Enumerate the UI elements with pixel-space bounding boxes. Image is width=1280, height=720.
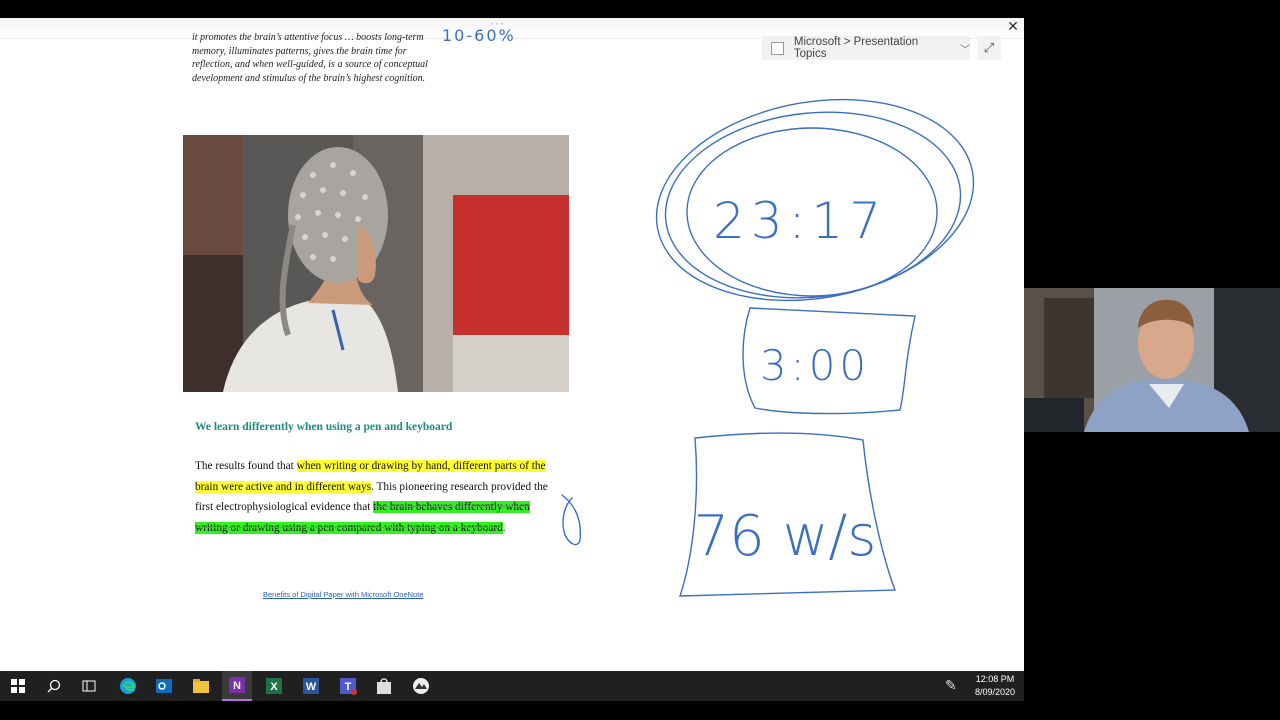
webcam-video bbox=[1024, 288, 1280, 432]
search-icon[interactable] bbox=[39, 671, 69, 701]
svg-text:T: T bbox=[345, 681, 352, 693]
file-explorer-icon[interactable] bbox=[186, 671, 216, 701]
chevron-down-icon[interactable]: ﹀ bbox=[960, 41, 970, 56]
app-icon[interactable] bbox=[406, 671, 436, 701]
ink-percentage: 10-60% bbox=[442, 26, 516, 45]
notebook-icon bbox=[771, 41, 784, 55]
svg-text:N: N bbox=[233, 680, 241, 692]
clock-date: 8/09/2020 bbox=[974, 687, 1016, 697]
teams-icon[interactable]: T bbox=[333, 671, 363, 701]
clock-time: 12:08 PM bbox=[975, 674, 1015, 684]
para-text-3: . bbox=[502, 521, 506, 534]
close-icon[interactable]: ✕ bbox=[1005, 18, 1021, 34]
store-icon[interactable] bbox=[369, 671, 399, 701]
breadcrumb-text: Microsoft > Presentation Topics bbox=[793, 36, 919, 60]
expand-icon[interactable]: ⤢ bbox=[977, 36, 1001, 60]
start-icon[interactable] bbox=[3, 671, 33, 701]
para-text-1: The results found that bbox=[195, 460, 297, 472]
system-clock[interactable]: 12:08 PM 8/09/2020 bbox=[970, 673, 1020, 699]
onenote-link[interactable]: Benefits of Digital Paper with Microsoft… bbox=[263, 590, 424, 599]
body-paragraph: The results found that when writing or d… bbox=[195, 456, 565, 538]
svg-text:X: X bbox=[270, 681, 278, 693]
excel-icon[interactable]: X bbox=[259, 671, 289, 701]
svg-text:W: W bbox=[306, 681, 317, 693]
pen-icon[interactable]: ✎ bbox=[945, 677, 957, 694]
quote-text: it promotes the brain’s attentive focus … bbox=[192, 32, 428, 84]
section-heading: We learn differently when using a pen an… bbox=[195, 421, 453, 433]
onenote-icon[interactable]: N bbox=[222, 671, 252, 701]
outlook-icon[interactable] bbox=[149, 671, 179, 701]
screen-bottom-edge bbox=[0, 701, 1024, 720]
eeg-photo bbox=[183, 135, 569, 392]
task-view-icon[interactable] bbox=[74, 671, 104, 701]
edge-icon[interactable] bbox=[113, 671, 143, 701]
breadcrumb[interactable]: Microsoft > Presentation Topics ﹀ bbox=[762, 36, 970, 60]
word-icon[interactable]: W bbox=[296, 671, 326, 701]
